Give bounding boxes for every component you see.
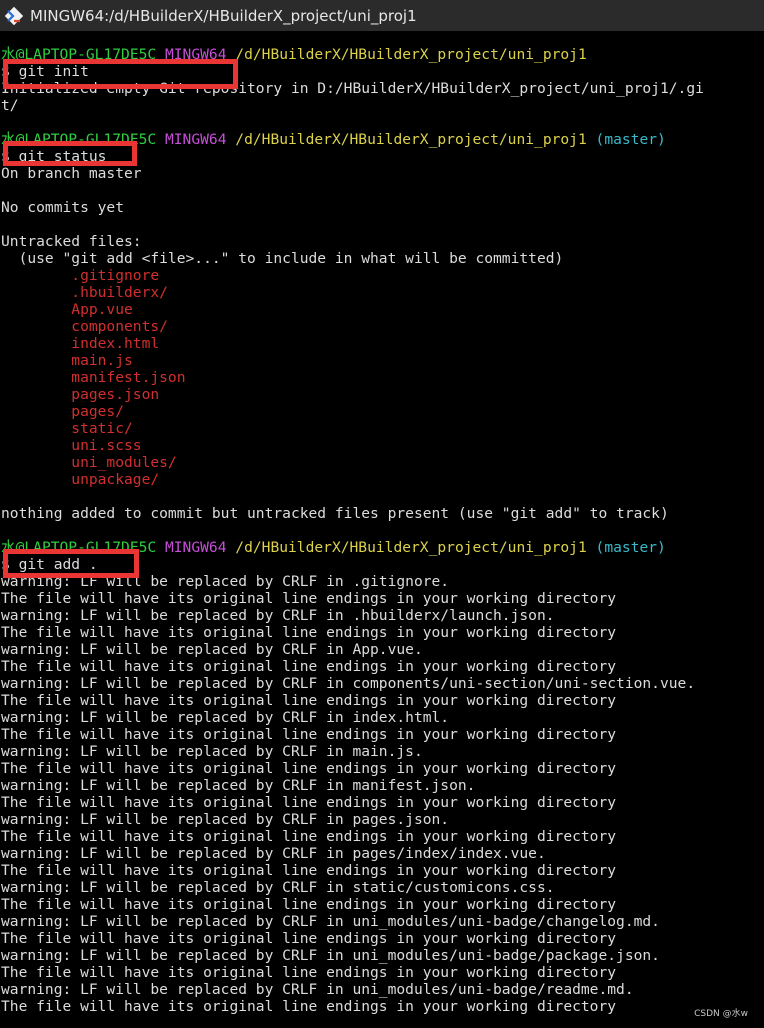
- output-line: On branch master: [1, 165, 142, 182]
- output-line: warning: LF will be replaced by CRLF in …: [1, 709, 450, 726]
- untracked-file: .hbuilderx/: [1, 284, 168, 301]
- output-line: The file will have its original line end…: [1, 896, 617, 913]
- output-line: The file will have its original line end…: [1, 658, 617, 675]
- output-line: warning: LF will be replaced by CRLF in …: [1, 845, 546, 862]
- untracked-file: pages/: [1, 403, 125, 420]
- untracked-file: components/: [1, 318, 168, 335]
- output-line: nothing added to commit but untracked fi…: [1, 505, 669, 522]
- output-line: The file will have its original line end…: [1, 692, 617, 709]
- output-line: The file will have its original line end…: [1, 624, 617, 641]
- prompt-path: /d/HBuilderX/HBuilderX_project/uni_proj1: [235, 131, 587, 148]
- prompt-host: MINGW64: [164, 539, 227, 556]
- prompt-path: /d/HBuilderX/HBuilderX_project/uni_proj1: [235, 539, 587, 556]
- untracked-file: pages.json: [1, 386, 160, 403]
- untracked-file: uni.scss: [1, 437, 142, 454]
- output-line: warning: LF will be replaced by CRLF in …: [1, 879, 555, 896]
- git-bash-icon: [4, 6, 24, 25]
- output-line: warning: LF will be replaced by CRLF in …: [1, 913, 660, 930]
- title-bar: MINGW64:/d/HBuilderX/HBuilderX_project/u…: [0, 0, 764, 31]
- output-line: warning: LF will be replaced by CRLF in …: [1, 947, 660, 964]
- output-line: warning: LF will be replaced by CRLF in …: [1, 607, 555, 624]
- highlight-box-git-init: [3, 59, 238, 89]
- terminal-output[interactable]: 水@LAPTOP-GL17DE5C MINGW64 /d/HBuilderX/H…: [1, 46, 764, 1015]
- output-line: (use "git add <file>..." to include in w…: [1, 250, 564, 267]
- output-line: The file will have its original line end…: [1, 862, 617, 879]
- output-line: Untracked files:: [1, 233, 142, 250]
- prompt-branch: (master): [595, 131, 666, 148]
- output-line: The file will have its original line end…: [1, 726, 617, 743]
- output-line: No commits yet: [1, 199, 125, 216]
- output-line: The file will have its original line end…: [1, 760, 617, 777]
- untracked-file: static/: [1, 420, 133, 437]
- untracked-file: main.js: [1, 352, 133, 369]
- window-title: MINGW64:/d/HBuilderX/HBuilderX_project/u…: [30, 6, 417, 25]
- untracked-file: manifest.json: [1, 369, 186, 386]
- untracked-file: index.html: [1, 335, 160, 352]
- output-line: The file will have its original line end…: [1, 998, 617, 1015]
- untracked-file: uni_modules/: [1, 454, 177, 471]
- highlight-box-git-status: [3, 141, 137, 166]
- output-line: The file will have its original line end…: [1, 964, 617, 981]
- output-line: warning: LF will be replaced by CRLF in …: [1, 981, 634, 998]
- prompt-host: MINGW64: [164, 131, 227, 148]
- prompt-branch: (master): [595, 539, 666, 556]
- output-line: warning: LF will be replaced by CRLF in …: [1, 743, 423, 760]
- output-line: warning: LF will be replaced by CRLF in …: [1, 777, 476, 794]
- output-line: The file will have its original line end…: [1, 930, 617, 947]
- untracked-file: App.vue: [1, 301, 133, 318]
- output-line: warning: LF will be replaced by CRLF in …: [1, 811, 450, 828]
- untracked-file: .gitignore: [1, 267, 160, 284]
- output-line: The file will have its original line end…: [1, 590, 617, 607]
- prompt-path: /d/HBuilderX/HBuilderX_project/uni_proj1: [235, 46, 587, 63]
- untracked-file: unpackage/: [1, 471, 160, 488]
- output-line: The file will have its original line end…: [1, 828, 617, 845]
- output-line: warning: LF will be replaced by CRLF in …: [1, 675, 696, 692]
- output-line: t/: [1, 97, 19, 114]
- highlight-box-git-add: [3, 549, 139, 578]
- output-line: The file will have its original line end…: [1, 794, 617, 811]
- output-line: warning: LF will be replaced by CRLF in …: [1, 641, 423, 658]
- watermark: CSDN @水w: [694, 1009, 748, 1019]
